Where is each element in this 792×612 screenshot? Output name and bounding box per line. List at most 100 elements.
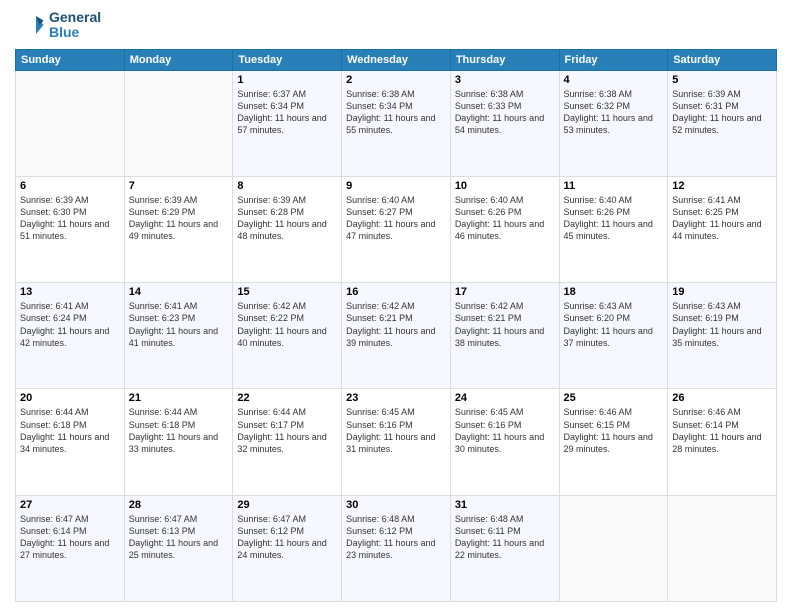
day-number: 31: [455, 499, 555, 511]
day-number: 1: [237, 74, 337, 86]
day-number: 28: [129, 499, 229, 511]
day-cell: 23Sunrise: 6:45 AM Sunset: 6:16 PM Dayli…: [342, 389, 451, 495]
day-number: 14: [129, 286, 229, 298]
day-info: Sunrise: 6:38 AM Sunset: 6:34 PM Dayligh…: [346, 88, 446, 137]
day-cell: 26 Sunrise: 6:46 AM Sunset: 6:14 PM Dayli…: [668, 389, 777, 495]
day-number: 7: [129, 180, 229, 192]
day-info: Sunrise: 6:41 AM Sunset: 6:23 PM Dayligh…: [129, 300, 229, 349]
day-cell: 30Sunrise: 6:48 AM Sunset: 6:12 PM Dayli…: [342, 495, 451, 601]
day-cell: 18 Sunrise: 6:43 AM Sunset: 6:20 PM Dayli…: [559, 283, 668, 389]
weekday-tuesday: Tuesday: [233, 49, 342, 70]
logo: General Blue: [15, 10, 101, 41]
weekday-monday: Monday: [124, 49, 233, 70]
day-number: 17: [455, 286, 555, 298]
day-number: 9: [346, 180, 446, 192]
day-info: Sunrise: 6:46 AM Sunset: 6:15 PM Dayligh…: [564, 406, 664, 455]
day-info: Sunrise: 6:38 AM Sunset: 6:32 PM Dayligh…: [564, 88, 664, 137]
day-cell: [668, 495, 777, 601]
day-info: Sunrise: 6:44 AM Sunset: 6:18 PM Dayligh…: [20, 406, 120, 455]
day-info: Sunrise: 6:44 AM Sunset: 6:17 PM Dayligh…: [237, 406, 337, 455]
day-number: 24: [455, 392, 555, 404]
day-number: 11: [564, 180, 664, 192]
weekday-friday: Friday: [559, 49, 668, 70]
page: General Blue SundayMondayTuesdayWednesda…: [0, 0, 792, 612]
day-info: Sunrise: 6:40 AM Sunset: 6:26 PM Dayligh…: [564, 194, 664, 243]
day-cell: 1 Sunrise: 6:37 AM Sunset: 6:34 PM Daylig…: [233, 70, 342, 176]
week-row-4: 20 Sunrise: 6:44 AM Sunset: 6:18 PM Dayli…: [16, 389, 777, 495]
day-number: 21: [129, 392, 229, 404]
day-cell: 2 Sunrise: 6:38 AM Sunset: 6:34 PM Daylig…: [342, 70, 451, 176]
calendar-header: SundayMondayTuesdayWednesdayThursdayFrid…: [16, 49, 777, 70]
weekday-thursday: Thursday: [450, 49, 559, 70]
day-cell: 21 Sunrise: 6:44 AM Sunset: 6:18 PM Dayli…: [124, 389, 233, 495]
day-info: Sunrise: 6:39 AM Sunset: 6:31 PM Dayligh…: [672, 88, 772, 137]
day-number: 16: [346, 286, 446, 298]
day-number: 5: [672, 74, 772, 86]
day-info: Sunrise: 6:38 AM Sunset: 6:33 PM Dayligh…: [455, 88, 555, 137]
day-info: Sunrise: 6:41 AM Sunset: 6:24 PM Dayligh…: [20, 300, 120, 349]
day-number: 15: [237, 286, 337, 298]
day-number: 18: [564, 286, 664, 298]
header: General Blue: [15, 10, 777, 41]
day-cell: 10Sunrise: 6:40 AM Sunset: 6:26 PM Dayli…: [450, 177, 559, 283]
day-cell: [124, 70, 233, 176]
day-cell: 17 Sunrise: 6:42 AM Sunset: 6:21 PM Dayli…: [450, 283, 559, 389]
day-cell: 28 Sunrise: 6:47 AM Sunset: 6:13 PM Dayli…: [124, 495, 233, 601]
day-number: 8: [237, 180, 337, 192]
logo-text: General Blue: [49, 10, 101, 41]
logo-icon: [15, 10, 45, 40]
day-cell: 3 Sunrise: 6:38 AM Sunset: 6:33 PM Daylig…: [450, 70, 559, 176]
day-cell: 7 Sunrise: 6:39 AM Sunset: 6:29 PM Daylig…: [124, 177, 233, 283]
day-cell: 5 Sunrise: 6:39 AM Sunset: 6:31 PM Daylig…: [668, 70, 777, 176]
day-info: Sunrise: 6:43 AM Sunset: 6:19 PM Dayligh…: [672, 300, 772, 349]
day-info: Sunrise: 6:42 AM Sunset: 6:21 PM Dayligh…: [455, 300, 555, 349]
day-number: 26: [672, 392, 772, 404]
day-cell: 20 Sunrise: 6:44 AM Sunset: 6:18 PM Dayli…: [16, 389, 125, 495]
day-info: Sunrise: 6:47 AM Sunset: 6:14 PM Dayligh…: [20, 513, 120, 562]
day-cell: [16, 70, 125, 176]
day-info: Sunrise: 6:47 AM Sunset: 6:13 PM Dayligh…: [129, 513, 229, 562]
day-cell: 4 Sunrise: 6:38 AM Sunset: 6:32 PM Daylig…: [559, 70, 668, 176]
day-number: 20: [20, 392, 120, 404]
day-cell: 24 Sunrise: 6:45 AM Sunset: 6:16 PM Dayli…: [450, 389, 559, 495]
day-info: Sunrise: 6:45 AM Sunset: 6:16 PM Dayligh…: [455, 406, 555, 455]
day-cell: 19Sunrise: 6:43 AM Sunset: 6:19 PM Dayli…: [668, 283, 777, 389]
day-info: Sunrise: 6:39 AM Sunset: 6:28 PM Dayligh…: [237, 194, 337, 243]
day-info: Sunrise: 6:48 AM Sunset: 6:12 PM Dayligh…: [346, 513, 446, 562]
day-number: 6: [20, 180, 120, 192]
day-number: 27: [20, 499, 120, 511]
logo-general: General: [49, 10, 101, 25]
calendar: SundayMondayTuesdayWednesdayThursdayFrid…: [15, 49, 777, 602]
day-cell: 22Sunrise: 6:44 AM Sunset: 6:17 PM Dayli…: [233, 389, 342, 495]
day-info: Sunrise: 6:39 AM Sunset: 6:29 PM Dayligh…: [129, 194, 229, 243]
day-number: 4: [564, 74, 664, 86]
day-cell: 8 Sunrise: 6:39 AM Sunset: 6:28 PM Daylig…: [233, 177, 342, 283]
day-cell: 16Sunrise: 6:42 AM Sunset: 6:21 PM Dayli…: [342, 283, 451, 389]
day-info: Sunrise: 6:39 AM Sunset: 6:30 PM Dayligh…: [20, 194, 120, 243]
weekday-saturday: Saturday: [668, 49, 777, 70]
day-info: Sunrise: 6:43 AM Sunset: 6:20 PM Dayligh…: [564, 300, 664, 349]
day-number: 13: [20, 286, 120, 298]
day-info: Sunrise: 6:46 AM Sunset: 6:14 PM Dayligh…: [672, 406, 772, 455]
day-number: 2: [346, 74, 446, 86]
day-cell: 14 Sunrise: 6:41 AM Sunset: 6:23 PM Dayli…: [124, 283, 233, 389]
day-info: Sunrise: 6:47 AM Sunset: 6:12 PM Dayligh…: [237, 513, 337, 562]
day-number: 12: [672, 180, 772, 192]
day-cell: 11 Sunrise: 6:40 AM Sunset: 6:26 PM Dayli…: [559, 177, 668, 283]
weekday-wednesday: Wednesday: [342, 49, 451, 70]
logo-blue: Blue: [49, 25, 101, 40]
day-info: Sunrise: 6:41 AM Sunset: 6:25 PM Dayligh…: [672, 194, 772, 243]
day-info: Sunrise: 6:37 AM Sunset: 6:34 PM Dayligh…: [237, 88, 337, 137]
day-cell: 13 Sunrise: 6:41 AM Sunset: 6:24 PM Dayli…: [16, 283, 125, 389]
day-cell: 12 Sunrise: 6:41 AM Sunset: 6:25 PM Dayli…: [668, 177, 777, 283]
week-row-5: 27 Sunrise: 6:47 AM Sunset: 6:14 PM Dayli…: [16, 495, 777, 601]
day-cell: 27 Sunrise: 6:47 AM Sunset: 6:14 PM Dayli…: [16, 495, 125, 601]
day-cell: 25Sunrise: 6:46 AM Sunset: 6:15 PM Dayli…: [559, 389, 668, 495]
day-number: 3: [455, 74, 555, 86]
week-row-2: 6 Sunrise: 6:39 AM Sunset: 6:30 PM Daylig…: [16, 177, 777, 283]
weekday-header-row: SundayMondayTuesdayWednesdayThursdayFrid…: [16, 49, 777, 70]
day-info: Sunrise: 6:40 AM Sunset: 6:27 PM Dayligh…: [346, 194, 446, 243]
day-cell: 6 Sunrise: 6:39 AM Sunset: 6:30 PM Daylig…: [16, 177, 125, 283]
day-number: 23: [346, 392, 446, 404]
day-info: Sunrise: 6:44 AM Sunset: 6:18 PM Dayligh…: [129, 406, 229, 455]
